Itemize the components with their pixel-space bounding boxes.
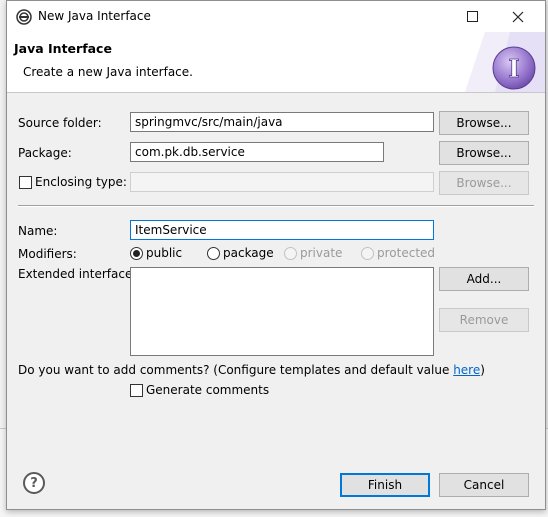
- source-folder-browse-button[interactable]: Browse...: [439, 111, 529, 135]
- window-title: New Java Interface: [38, 9, 151, 23]
- separator: [18, 205, 534, 207]
- close-button[interactable]: [495, 1, 541, 32]
- enclosing-type-label: Enclosing type:: [35, 175, 127, 189]
- configure-templates-link[interactable]: here: [453, 363, 480, 377]
- enclosing-type-checkbox[interactable]: [19, 176, 32, 189]
- cancel-button[interactable]: Cancel: [439, 473, 529, 497]
- comments-question: Do you want to add comments? (Configure …: [18, 363, 485, 377]
- wizard-description: Create a new Java interface.: [23, 65, 193, 79]
- generate-comments-label: Generate comments: [146, 383, 270, 397]
- enclosing-type-input[interactable]: [130, 172, 434, 192]
- name-input[interactable]: ItemService: [130, 220, 434, 240]
- eclipse-icon: [16, 9, 32, 25]
- modifier-package-label: package: [223, 246, 274, 260]
- package-input[interactable]: com.pk.db.service: [130, 142, 384, 162]
- modifier-public-radio[interactable]: [130, 247, 143, 260]
- modifier-public-label: public: [146, 246, 183, 260]
- extended-interfaces-list[interactable]: [130, 267, 434, 356]
- modifier-package-radio[interactable]: [207, 247, 220, 260]
- modifier-private-radio[interactable]: [284, 247, 297, 260]
- comments-question-suffix: ): [480, 363, 485, 377]
- svg-text:I: I: [508, 54, 519, 83]
- source-folder-label: Source folder:: [18, 116, 102, 130]
- modifier-private-label: private: [300, 246, 343, 260]
- generate-comments-checkbox[interactable]: [130, 384, 143, 397]
- modifiers-label: Modifiers:: [18, 247, 77, 261]
- modifier-protected-label: protected: [377, 246, 436, 260]
- maximize-icon: [466, 11, 478, 22]
- enclosing-type-browse-button[interactable]: Browse...: [439, 171, 529, 195]
- close-icon: [512, 11, 524, 22]
- add-interface-button[interactable]: Add...: [439, 267, 529, 291]
- package-label: Package:: [18, 146, 72, 160]
- help-icon[interactable]: ?: [23, 472, 45, 494]
- extended-interfaces-label: Extended interfaces:: [18, 267, 143, 281]
- title-bar: New Java Interface: [7, 1, 545, 32]
- package-browse-button[interactable]: Browse...: [439, 141, 529, 165]
- interface-wizard-icon: I: [465, 32, 545, 92]
- wizard-title: Java Interface: [14, 41, 112, 56]
- modifier-protected-radio[interactable]: [361, 247, 374, 260]
- new-java-interface-dialog: New Java Interface Java Interface Create…: [6, 0, 546, 510]
- source-folder-input[interactable]: springmvc/src/main/java: [130, 112, 434, 132]
- name-label: Name:: [18, 224, 58, 238]
- wizard-banner: Java Interface Create a new Java interfa…: [7, 32, 545, 93]
- finish-button[interactable]: Finish: [340, 473, 430, 497]
- comments-question-text: Do you want to add comments? (Configure …: [18, 363, 454, 377]
- remove-interface-button[interactable]: Remove: [439, 308, 529, 332]
- maximize-button[interactable]: [449, 1, 495, 32]
